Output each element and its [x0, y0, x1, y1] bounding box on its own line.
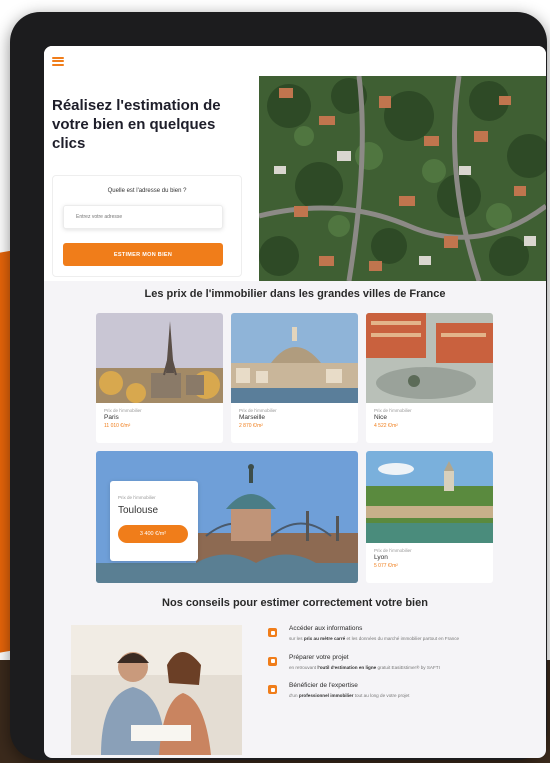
city-price: 5 077 €/m² [374, 563, 398, 569]
city-price-prefix: Prix de l'immobilier [374, 408, 412, 413]
estimate-button[interactable]: ESTIMER MON BIEN [63, 243, 223, 266]
tip-title: Accéder aux informations [289, 625, 363, 632]
top-navbar [44, 46, 546, 76]
tip-title: Préparer votre projet [289, 653, 349, 661]
tip-title: Bénéficier de l'expertise [289, 682, 358, 689]
city-name: Toulouse [118, 505, 159, 516]
city-price: 4 522 €/m² [374, 423, 398, 429]
city-name: Lyon [374, 554, 388, 561]
city-price: 2 870 €/m² [239, 423, 263, 429]
tips-section-title: Nos conseils pour estimer correctement v… [162, 597, 428, 609]
city-price-prefix: Prix de l'immobilier [118, 495, 156, 500]
city-price-prefix: Prix de l'immobilier [239, 408, 277, 413]
tip-item: Préparer votre projet en retrouvant l'ou… [268, 654, 523, 672]
estimate-card: Quelle est l'adresse du bien ? ESTIMER M… [52, 175, 242, 277]
city-price-prefix: Prix de l'immobilier [374, 548, 412, 553]
tip-item: Accéder aux informations sur les prix au… [268, 625, 523, 643]
cities-section-title: Les prix de l'immobilier dans les grande… [144, 288, 446, 300]
tip-item: Bénéficier de l'expertise d'un professio… [268, 682, 523, 700]
tip-text: sur les prix au mètre carré et les donné… [289, 636, 460, 641]
tips-list: Accéder aux informations sur les prix au… [268, 625, 523, 755]
address-input[interactable] [63, 205, 223, 229]
city-card-marseille[interactable]: Prix de l'immobilier Marseille 2 870 €/m… [231, 313, 358, 443]
city-card-toulouse[interactable]: Prix de l'immobilier Toulouse 3 400 €/m² [96, 451, 358, 583]
city-price-prefix: Prix de l'immobilier [104, 408, 142, 413]
lyon-photo [366, 451, 493, 543]
city-name: Nice [374, 414, 388, 421]
cities-grid: Prix de l'immobilier Paris 11 010 €/m² P… [44, 313, 546, 585]
city-price: 11 010 €/m² [104, 423, 131, 429]
tip-text: en retrouvant l'outil d'estimation en li… [289, 664, 440, 670]
tablet-screen: Réalisez l'estimation de votre bien en q… [44, 46, 546, 758]
city-name: Marseille [239, 414, 266, 421]
tablet-frame: Réalisez l'estimation de votre bien en q… [10, 12, 547, 760]
city-info: Prix de l'immobilier Nice 4 522 €/m² [366, 403, 493, 434]
hero-title: Réalisez l'estimation de votre bien en q… [52, 97, 221, 152]
city-card-nice[interactable]: Prix de l'immobilier Nice 4 522 €/m² [366, 313, 493, 443]
nice-photo [366, 313, 493, 403]
user-badge-icon [268, 685, 277, 694]
address-question: Quelle est l'adresse du bien ? [107, 188, 187, 194]
city-card-paris[interactable]: Prix de l'immobilier Paris 11 010 €/m² [96, 313, 223, 443]
paris-photo [96, 313, 223, 403]
city-card-lyon[interactable]: Prix de l'immobilier Lyon 5 077 €/m² [366, 451, 493, 583]
toulouse-price-button[interactable]: 3 400 €/m² [118, 525, 188, 543]
marseille-photo [231, 313, 358, 403]
tips-section: Accéder aux informations sur les prix au… [44, 625, 546, 755]
hero-aerial-image [259, 76, 546, 281]
hero-section: Réalisez l'estimation de votre bien en q… [44, 76, 546, 281]
hero-left-panel: Réalisez l'estimation de votre bien en q… [44, 76, 259, 281]
toulouse-photo: Prix de l'immobilier Toulouse 3 400 €/m² [96, 451, 358, 583]
tip-text: d'un professionnel immobilier tout au lo… [289, 693, 410, 698]
city-name: Paris [104, 414, 119, 421]
city-info: Prix de l'immobilier Lyon 5 077 €/m² [366, 543, 493, 574]
tips-people-photo [71, 625, 242, 755]
mail-icon [268, 656, 277, 666]
hamburger-menu-icon[interactable] [52, 56, 64, 66]
city-info: Prix de l'immobilier Marseille 2 870 €/m… [231, 403, 358, 434]
toulouse-info-card: Prix de l'immobilier Toulouse 3 400 €/m² [110, 481, 198, 561]
bookmark-icon [268, 628, 277, 637]
city-info: Prix de l'immobilier Paris 11 010 €/m² [96, 403, 223, 434]
